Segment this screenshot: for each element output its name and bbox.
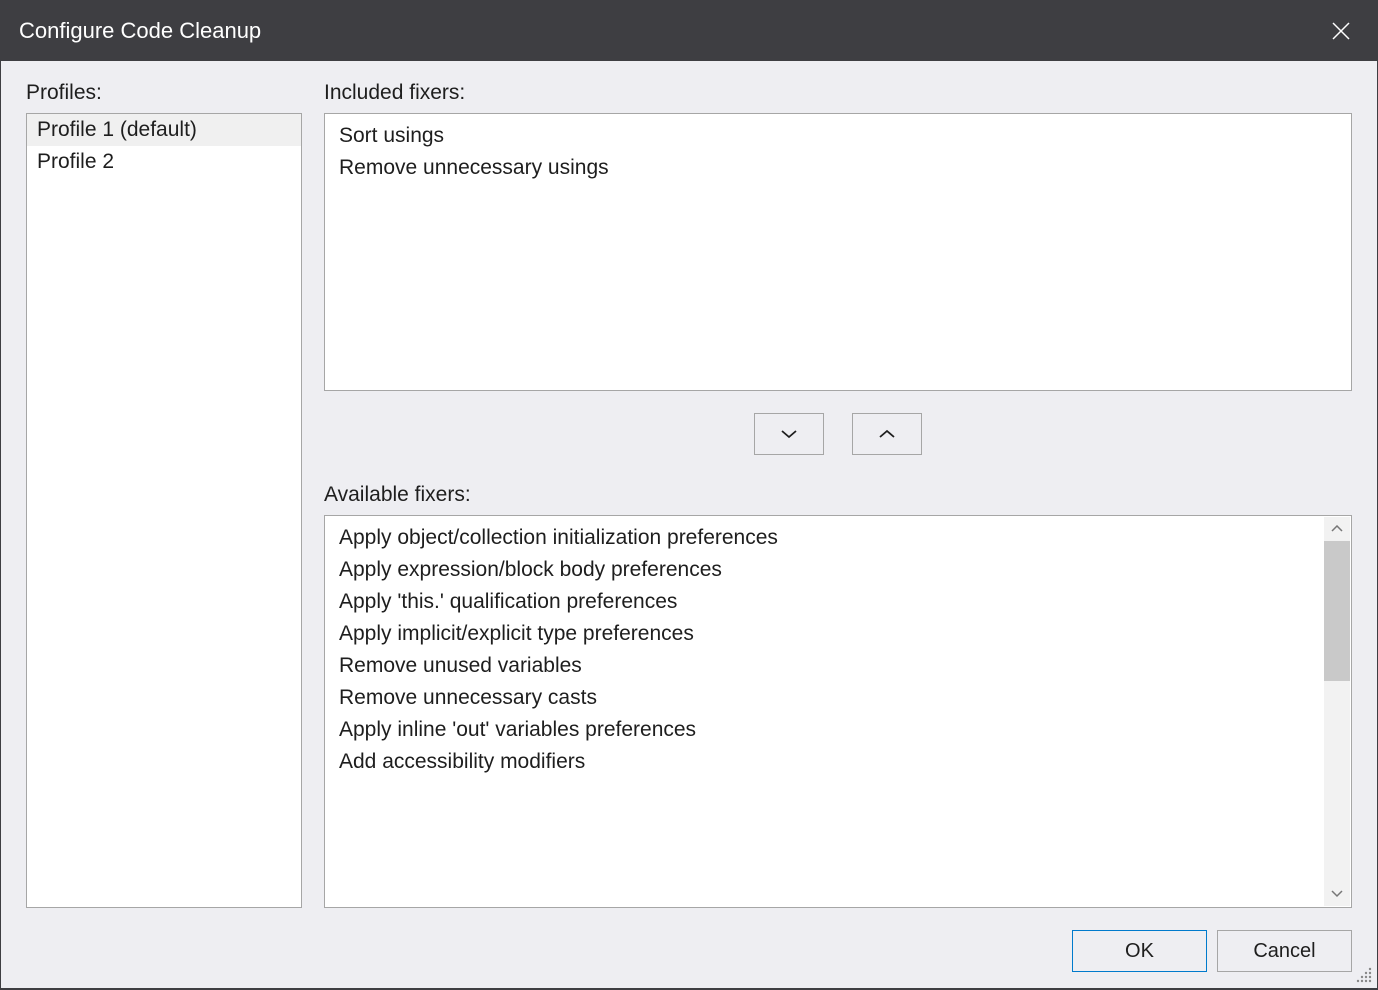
list-item[interactable]: Apply 'this.' qualification preferences: [325, 586, 1351, 618]
fixers-panel: Included fixers: Sort usings Remove unne…: [324, 81, 1352, 908]
list-item[interactable]: Profile 2: [27, 146, 301, 178]
move-down-button[interactable]: [754, 413, 824, 455]
titlebar: Configure Code Cleanup: [1, 1, 1377, 61]
list-item[interactable]: Apply expression/block body preferences: [325, 554, 1351, 586]
list-item[interactable]: Remove unused variables: [325, 650, 1351, 682]
move-up-button[interactable]: [852, 413, 922, 455]
chevron-down-icon: [780, 429, 798, 439]
list-item[interactable]: Apply object/collection initialization p…: [325, 522, 1351, 554]
list-item[interactable]: Sort usings: [325, 120, 1351, 152]
ok-button[interactable]: OK: [1072, 930, 1207, 972]
list-item[interactable]: Remove unnecessary usings: [325, 152, 1351, 184]
included-label: Included fixers:: [324, 81, 1352, 105]
scroll-track-space[interactable]: [1324, 681, 1350, 882]
profiles-panel: Profiles: Profile 1 (default) Profile 2: [26, 81, 302, 908]
resize-grip[interactable]: [1355, 966, 1373, 984]
resize-grip-icon: [1355, 966, 1373, 984]
scroll-thumb[interactable]: [1324, 541, 1350, 681]
close-icon: [1331, 21, 1351, 41]
list-item[interactable]: Profile 1 (default): [27, 114, 301, 146]
cancel-button[interactable]: Cancel: [1217, 930, 1352, 972]
scroll-up-button[interactable]: [1324, 517, 1350, 541]
scrollbar[interactable]: [1324, 517, 1350, 906]
close-button[interactable]: [1321, 11, 1361, 51]
chevron-down-icon: [1331, 890, 1343, 898]
window-title: Configure Code Cleanup: [19, 18, 261, 44]
chevron-up-icon: [878, 429, 896, 439]
dialog-window: Configure Code Cleanup Profiles: Profile…: [0, 0, 1378, 989]
profiles-listbox[interactable]: Profile 1 (default) Profile 2: [26, 113, 302, 908]
scroll-down-button[interactable]: [1324, 882, 1350, 906]
move-buttons-row: [324, 391, 1352, 483]
content-area: Profiles: Profile 1 (default) Profile 2 …: [1, 61, 1377, 918]
chevron-up-icon: [1331, 525, 1343, 533]
dialog-footer: OK Cancel: [1, 918, 1377, 988]
available-label: Available fixers:: [324, 483, 1352, 507]
available-listbox[interactable]: Apply object/collection initialization p…: [324, 515, 1352, 908]
list-item[interactable]: Apply inline 'out' variables preferences: [325, 714, 1351, 746]
list-item[interactable]: Remove unnecessary casts: [325, 682, 1351, 714]
list-item[interactable]: Apply implicit/explicit type preferences: [325, 618, 1351, 650]
included-listbox[interactable]: Sort usings Remove unnecessary usings: [324, 113, 1352, 391]
list-item[interactable]: Add accessibility modifiers: [325, 746, 1351, 778]
profiles-label: Profiles:: [26, 81, 302, 105]
